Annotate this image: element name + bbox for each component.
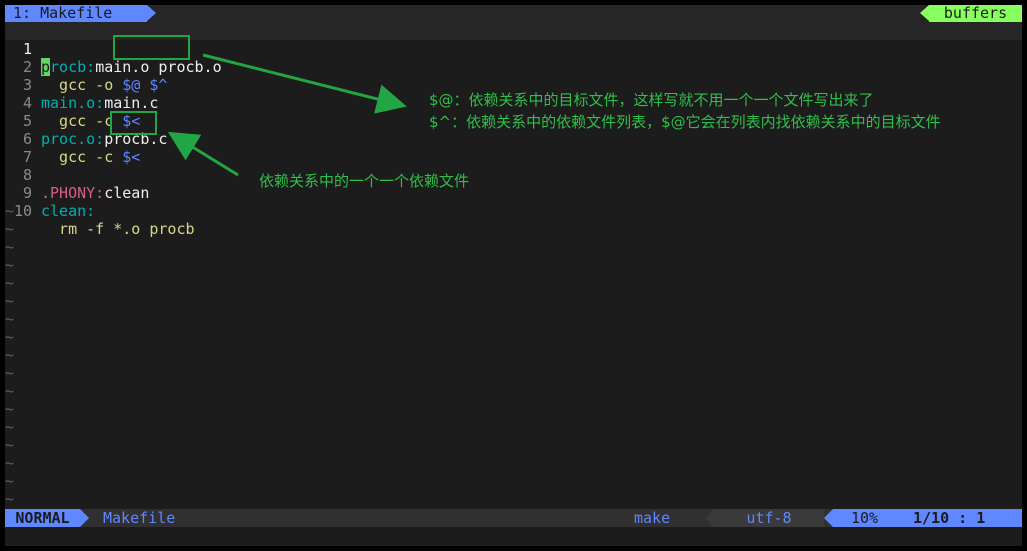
position-separator-arrow [824,509,833,527]
annotation-arrows [167,53,407,177]
status-percent: 10% [851,509,879,527]
encoding-separator-arrow [705,509,714,527]
vim-window: 1: Makefile buffers 1 procb:main.o procb… [5,5,1022,546]
arrow-to-note1 [202,53,407,114]
note-first-prereq: 依赖关系中的一个一个依赖文件 [259,172,470,190]
status-filename: Makefile [103,509,176,527]
arrow-to-dollar-lt [167,131,239,177]
statusline: NORMAL Makefile make utf-8 10% 1/10 : 1 [5,509,1022,527]
status-position: 10% 1/10 : 1 [833,509,1022,527]
status-line-col: 1/10 : 1 [913,509,986,527]
note-auto-var-deps: $^：依赖关系中的依赖文件列表，$@它会在列表内找依赖关系中的目标文件 [429,113,941,131]
status-filetype: make [634,509,671,527]
mode-separator-arrow [80,509,89,527]
mode-indicator: NORMAL [5,509,80,527]
status-encoding: utf-8 [714,509,824,527]
note-auto-var-target: $@：依赖关系中的目标文件，这样写就不用一个一个文件写出来了 [429,91,874,109]
